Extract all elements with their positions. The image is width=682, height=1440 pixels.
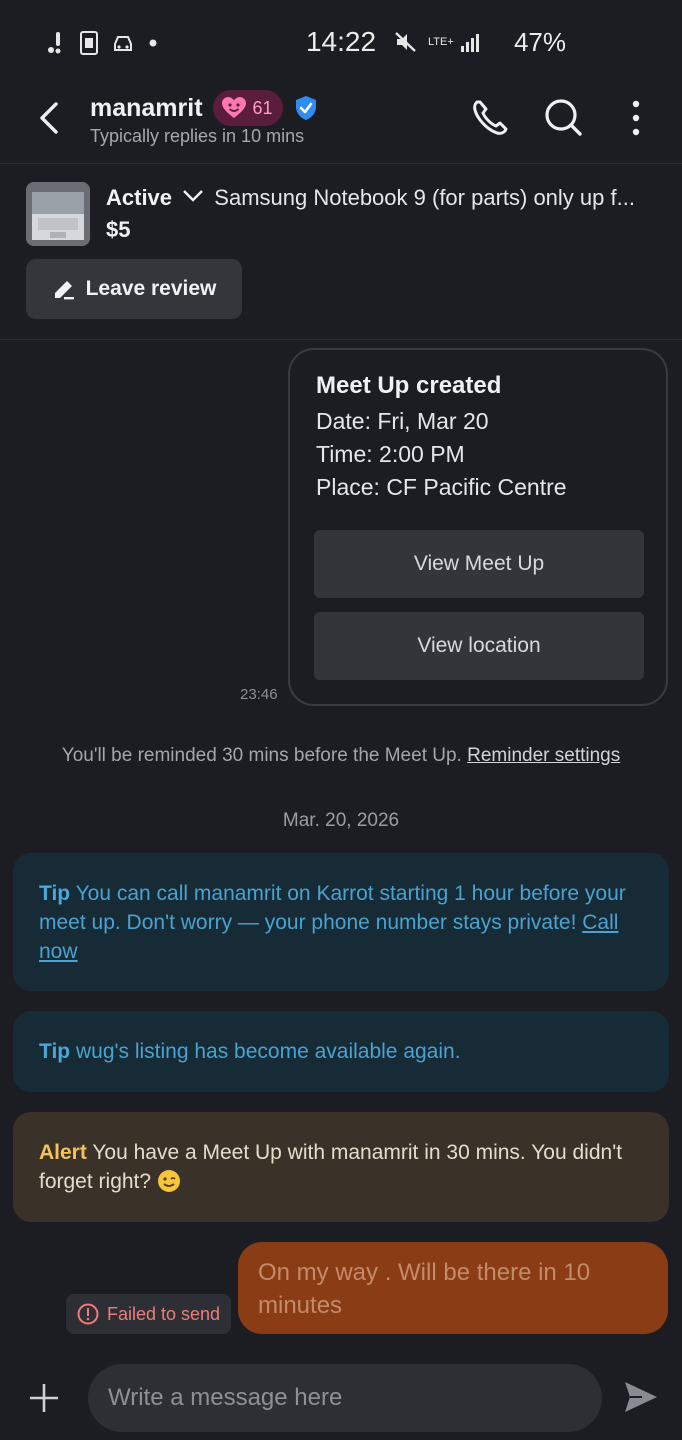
phone-icon xyxy=(473,100,508,135)
chevron-down-icon xyxy=(183,190,204,202)
tip-notice-listing: Tip wug's listing has become available a… xyxy=(13,1011,669,1092)
meet-up-time: Time: 2:00 PM xyxy=(316,441,465,467)
date-separator: Mar. 20, 2026 xyxy=(282,810,400,831)
lte-icon: LTE+ xyxy=(428,35,454,48)
send-icon xyxy=(625,1382,657,1412)
product-line[interactable]: Active Samsung Notebook 9 (for parts) on… xyxy=(106,185,652,211)
error-icon xyxy=(77,1303,99,1325)
message-timestamp: 23:46 xyxy=(240,686,278,703)
verified-icon xyxy=(295,96,316,120)
back-button[interactable] xyxy=(30,98,70,138)
search-icon xyxy=(545,99,582,136)
chat-header: manamrit 61 Typically replies in 10 mins xyxy=(0,84,682,164)
product-status[interactable]: Active xyxy=(106,185,172,210)
leave-review-button[interactable]: Leave review xyxy=(26,259,242,319)
product-bar: Active Samsung Notebook 9 (for parts) on… xyxy=(0,165,682,340)
status-bar: 14:22 LTE+ 47% xyxy=(0,0,682,84)
reminder-note: You'll be reminded 30 mins before the Me… xyxy=(0,745,682,767)
view-location-button[interactable]: View location xyxy=(314,612,644,680)
wink-emoji-icon xyxy=(157,1170,180,1192)
pencil-icon xyxy=(54,281,74,300)
call-button[interactable] xyxy=(468,96,512,140)
attach-button[interactable] xyxy=(28,1382,60,1414)
my-message-bubble[interactable]: On my way . Will be there in 10 minutes xyxy=(238,1242,668,1334)
mute-icon xyxy=(395,32,416,52)
status-right-icons: LTE+ xyxy=(394,30,482,54)
search-button[interactable] xyxy=(542,96,586,140)
view-meet-up-button[interactable]: View Meet Up xyxy=(314,530,644,598)
product-title: Samsung Notebook 9 (for parts) only up f… xyxy=(214,185,635,210)
message-input[interactable] xyxy=(108,1364,578,1432)
tip-notice-call: Tip You can call manamrit on Karrot star… xyxy=(13,853,669,991)
product-price: $5 xyxy=(106,217,131,242)
alert-notice: Alert You have a Meet Up with manamrit i… xyxy=(13,1112,669,1222)
tip-label: Tip xyxy=(39,882,71,905)
product-thumbnail[interactable] xyxy=(26,182,90,246)
temperature-value: 61 xyxy=(252,97,273,118)
tip-text: You can call manamrit on Karrot starting… xyxy=(39,882,626,934)
back-icon xyxy=(40,102,58,134)
user-name[interactable]: manamrit xyxy=(90,94,203,123)
meet-up-place: Place: CF Pacific Centre xyxy=(316,474,567,500)
meet-up-title: Meet Up created xyxy=(316,372,502,399)
send-button[interactable] xyxy=(622,1378,660,1416)
more-icon xyxy=(632,100,640,136)
tip-text: wug's listing has become available again… xyxy=(75,1040,461,1063)
battery-level: 47% xyxy=(513,27,566,57)
manner-temperature-badge[interactable]: 61 xyxy=(212,90,283,126)
tip-label: Tip xyxy=(39,1040,71,1063)
reply-time-subtitle: Typically replies in 10 mins xyxy=(90,126,305,146)
more-options-button[interactable] xyxy=(614,96,658,140)
alert-text: You have a Meet Up with manamrit in 30 m… xyxy=(39,1141,623,1193)
signal-icon xyxy=(461,34,479,52)
alert-label: Alert xyxy=(39,1141,87,1164)
clock: 14:22 xyxy=(305,26,377,57)
composer xyxy=(88,1364,602,1432)
failed-to-send-indicator[interactable]: Failed to send xyxy=(66,1294,231,1334)
failed-to-send-label: Failed to send xyxy=(106,1303,221,1324)
reminder-settings-link[interactable]: Reminder settings xyxy=(467,745,620,766)
reminder-text: You'll be reminded 30 mins before the Me… xyxy=(61,745,462,766)
title-row: manamrit 61 xyxy=(90,90,319,126)
plus-icon xyxy=(30,1384,58,1412)
heart-badge-icon xyxy=(221,97,246,118)
meet-up-date: Date: Fri, Mar 20 xyxy=(316,408,489,434)
meet-up-card: Meet Up created Date: Fri, Mar 20 Time: … xyxy=(288,348,668,706)
leave-review-label: Leave review xyxy=(85,277,217,300)
